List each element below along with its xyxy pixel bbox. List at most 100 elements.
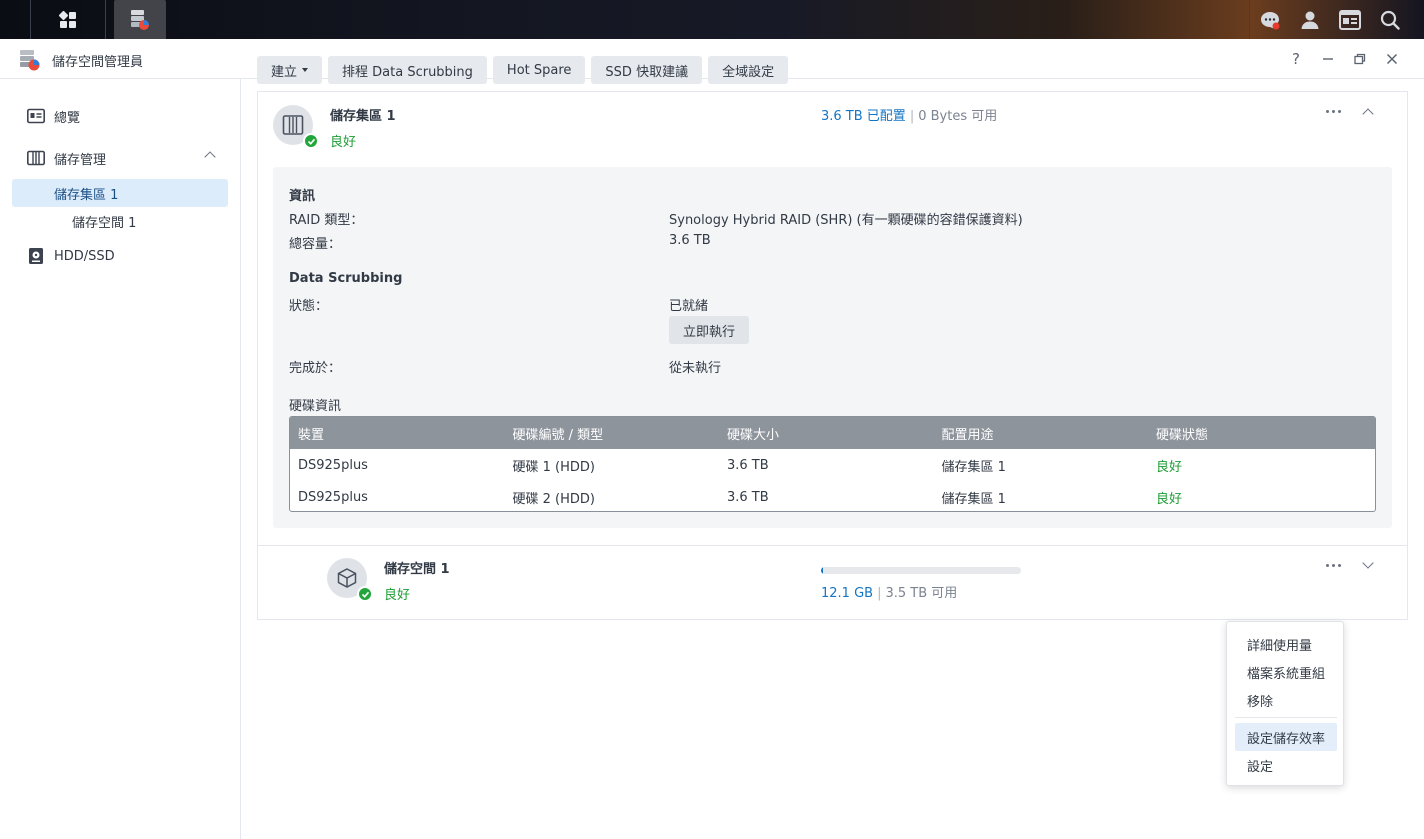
storage-manager-icon	[131, 9, 149, 30]
hot-spare-label: Hot Spare	[506, 62, 572, 78]
table-cell: DS925plus	[298, 489, 368, 505]
window-title: 儲存空間管理員	[52, 55, 144, 70]
toolbar: 建立 排程 Data Scrubbing Hot Spare SSD 快取建議 …	[257, 56, 1408, 84]
schedule-scrubbing-button[interactable]: 排程 Data Scrubbing	[328, 56, 487, 84]
run-now-label: 立即執行	[683, 324, 736, 340]
create-button[interactable]: 建立	[257, 56, 323, 84]
table-cell: 硬碟 2 (HDD)	[512, 491, 595, 507]
taskbar	[0, 0, 1424, 39]
create-label: 建立	[271, 64, 298, 80]
volume-card: 儲存空間 1 良好 12.1 GB | 3.5 TB 可用	[257, 545, 1408, 620]
taskbar-storage-manager[interactable]	[114, 0, 166, 39]
table-row[interactable]: DS925plus 硬碟 1 (HDD) 3.6 TB 儲存集區 1 良好	[290, 449, 1375, 481]
notifications-button[interactable]	[1250, 0, 1290, 39]
column-header[interactable]: 硬碟大小	[719, 424, 934, 443]
menu-item-label: 移除	[1247, 694, 1274, 710]
table-cell: DS925plus	[298, 457, 368, 473]
search-button[interactable]	[1370, 0, 1410, 39]
expand-chevron-icon[interactable]	[1362, 557, 1374, 569]
disk-status: 良好	[1156, 491, 1183, 507]
volume-status: 良好	[384, 588, 411, 603]
menu-item-settings[interactable]: 設定	[1235, 751, 1337, 779]
column-header[interactable]: 硬碟編號 / 類型	[505, 424, 720, 443]
column-header[interactable]: 裝置	[290, 424, 505, 443]
schedule-scrubbing-label: 排程 Data Scrubbing	[342, 64, 473, 80]
chat-icon	[1261, 11, 1280, 29]
volume-more-button[interactable]	[1326, 564, 1341, 567]
table-cell: 3.6 TB	[727, 489, 769, 505]
disk-status: 良好	[1156, 459, 1183, 475]
collapse-caret-icon[interactable]	[204, 151, 216, 163]
main-menu-button[interactable]	[30, 0, 106, 39]
volume-capacity-summary: 12.1 GB | 3.5 TB 可用	[821, 586, 958, 601]
menu-item-remove[interactable]: 移除	[1235, 686, 1337, 714]
volume-available: 3.5 TB 可用	[885, 586, 958, 601]
scrub-state-value: 已就緒	[669, 299, 709, 314]
sidebar-item-volume-1[interactable]: 儲存空間 1	[12, 207, 228, 235]
storage-icon	[26, 148, 46, 168]
run-now-button[interactable]: 立即執行	[669, 316, 750, 344]
info-heading: 資訊	[289, 189, 316, 204]
menu-item-defragment[interactable]: 檔案系統重組	[1235, 658, 1337, 686]
collapse-chevron-icon[interactable]	[1362, 108, 1374, 120]
dropdown-arrow-icon	[302, 68, 309, 72]
main-menu-icon	[58, 10, 76, 28]
finished-label: 完成於：	[289, 361, 342, 376]
storage-pool-icon	[273, 105, 319, 149]
widgets-icon	[1339, 9, 1361, 30]
column-header[interactable]: 硬碟狀態	[1148, 424, 1363, 443]
widgets-button[interactable]	[1330, 0, 1370, 39]
scrubbing-heading: Data Scrubbing	[289, 271, 403, 286]
ssd-cache-advisor-label: SSD 快取建議	[605, 64, 689, 80]
raid-type-label: RAID 類型：	[289, 213, 364, 228]
hdd-icon	[26, 246, 46, 266]
menu-item-storage-efficiency[interactable]: 設定儲存效率	[1235, 723, 1337, 751]
pool-capacity-summary: 3.6 TB 已配置 | 0 Bytes 可用	[821, 109, 998, 124]
pool-detail-panel: 資訊 RAID 類型： Synology Hybrid RAID (SHR) (…	[273, 167, 1392, 528]
sidebar: 總覽 儲存管理 儲存集區 1 儲存空間 1 HDD/SSD	[0, 79, 241, 839]
search-icon	[1380, 10, 1400, 30]
volume-context-menu: 詳細使用量 檔案系統重組 移除 設定儲存效率 設定	[1226, 621, 1344, 786]
sidebar-item-hdd-ssd[interactable]: HDD/SSD	[12, 242, 228, 270]
scrub-state-label: 狀態：	[289, 299, 329, 314]
sidebar-item-label: 儲存空間 1	[72, 215, 137, 231]
sidebar-item-storage-pool-1[interactable]: 儲存集區 1	[12, 179, 228, 207]
global-settings-label: 全域設定	[722, 64, 775, 80]
pool-available: 0 Bytes 可用	[918, 109, 998, 124]
menu-item-label: 設定	[1247, 759, 1274, 775]
global-settings-button[interactable]: 全域設定	[708, 56, 789, 84]
volume-usage-bar	[821, 567, 1021, 574]
hot-spare-button[interactable]: Hot Spare	[492, 56, 586, 84]
table-row[interactable]: DS925plus 硬碟 2 (HDD) 3.6 TB 儲存集區 1 良好	[290, 481, 1375, 511]
menu-divider	[1235, 717, 1337, 718]
disk-info-heading: 硬碟資訊	[289, 399, 342, 414]
ssd-cache-advisor-button[interactable]: SSD 快取建議	[591, 56, 703, 84]
table-cell: 硬碟 1 (HDD)	[512, 459, 595, 475]
user-icon	[1301, 11, 1319, 29]
status-ok-icon	[303, 133, 319, 149]
raid-type-value: Synology Hybrid RAID (SHR) (有一顆硬碟的容錯保護資料…	[669, 213, 1023, 228]
pool-more-button[interactable]	[1326, 110, 1341, 113]
table-cell: 儲存集區 1	[941, 491, 1006, 507]
sidebar-item-label: 儲存管理	[54, 152, 107, 168]
total-capacity-label: 總容量：	[289, 237, 342, 252]
volume-name: 儲存空間 1	[384, 562, 450, 577]
sidebar-item-storage[interactable]: 儲存管理	[12, 144, 228, 172]
sidebar-item-overview[interactable]: 總覽	[12, 102, 228, 130]
finished-value: 從未執行	[669, 361, 722, 376]
status-ok-icon	[357, 586, 373, 602]
user-button[interactable]	[1290, 0, 1330, 39]
main-content: 建立 排程 Data Scrubbing Hot Spare SSD 快取建議 …	[257, 56, 1408, 620]
volume-usage-fill	[821, 567, 823, 574]
pool-name: 儲存集區 1	[330, 109, 396, 124]
menu-item-label: 設定儲存效率	[1247, 731, 1326, 747]
storage-pool-card: 儲存集區 1 良好 3.6 TB 已配置 | 0 Bytes 可用 資訊 RAID …	[257, 91, 1408, 546]
overview-icon	[26, 106, 46, 126]
column-header[interactable]: 配置用途	[934, 424, 1149, 443]
table-cell: 3.6 TB	[727, 457, 769, 473]
menu-item-label: 詳細使用量	[1247, 638, 1313, 654]
disk-table-header: 裝置 硬碟編號 / 類型 硬碟大小 配置用途 硬碟狀態	[290, 417, 1375, 449]
menu-item-usage-details[interactable]: 詳細使用量	[1235, 630, 1337, 658]
sidebar-item-label: HDD/SSD	[54, 248, 115, 264]
total-capacity-value: 3.6 TB	[669, 233, 711, 248]
